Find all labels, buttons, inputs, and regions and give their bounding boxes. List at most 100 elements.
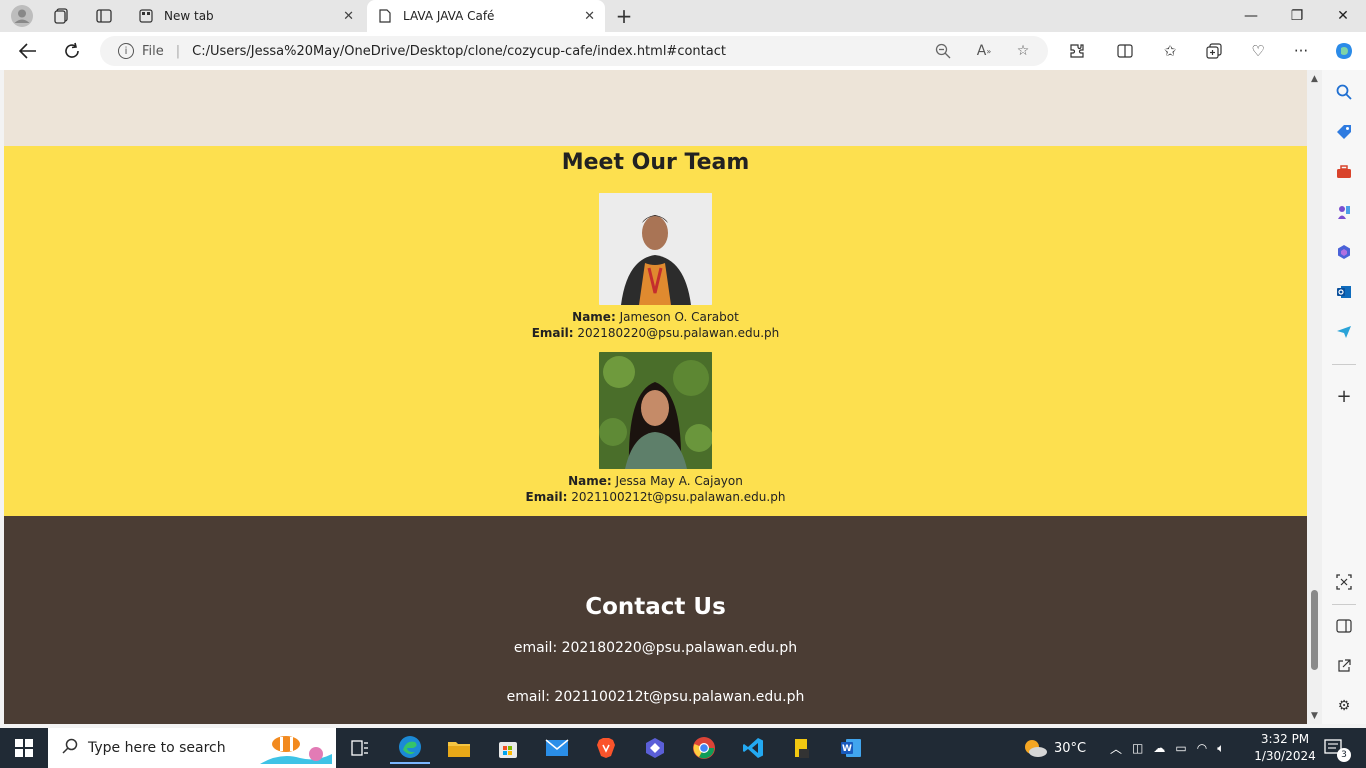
edge-taskbar-icon[interactable] (390, 732, 430, 764)
contact-email-line: email: 2021100212t@psu.palawan.edu.ph (506, 689, 805, 705)
member-photo (599, 352, 712, 469)
tab-actions-icon[interactable] (92, 4, 116, 28)
browser-toolbar: i File | C:/Users/Jessa%20May/OneDrive/D… (0, 32, 1366, 70)
weather-widget[interactable]: 30°C (1022, 728, 1086, 768)
chrome-icon[interactable] (684, 732, 724, 764)
vscode-icon[interactable] (733, 732, 773, 764)
open-external-icon[interactable] (1332, 654, 1356, 678)
system-clock[interactable]: 3:32 PM 1/30/2024 (1246, 731, 1324, 765)
workspaces-icon[interactable] (50, 4, 74, 28)
zoom-icon[interactable] (932, 40, 954, 62)
wifi-icon[interactable]: ◠ (1197, 741, 1207, 755)
email-label: Email: (525, 490, 568, 504)
powerbi-file-icon[interactable] (782, 732, 822, 764)
new-tab-page-icon (138, 8, 154, 24)
tab-lava-java-cafe[interactable]: LAVA JAVA Café ✕ (367, 0, 605, 32)
add-sidebar-app-icon[interactable]: + (1332, 384, 1356, 408)
scroll-down-icon[interactable]: ▼ (1309, 710, 1320, 721)
scroll-thumb[interactable] (1311, 590, 1318, 670)
file-explorer-icon[interactable] (439, 732, 479, 764)
favorite-star-icon[interactable]: ☆ (1012, 40, 1034, 62)
weather-sun-cloud-icon (1025, 740, 1047, 757)
member-name-line: Name: Jameson O. Carabot (4, 310, 1307, 324)
back-icon[interactable] (15, 39, 41, 63)
word-icon[interactable]: W (831, 732, 871, 764)
notification-center[interactable]: 3 (1324, 728, 1351, 768)
sidebar-divider (1332, 364, 1356, 365)
windows-start-icon[interactable] (0, 728, 48, 768)
name-label: Name: (572, 310, 616, 324)
close-tab-icon[interactable]: ✕ (584, 9, 595, 24)
brave-browser-icon[interactable] (586, 732, 626, 764)
contact-email-line: email: 202180220@psu.palawan.edu.ph (513, 640, 798, 656)
windows-taskbar: Type here to search W 30°C ︿ ◫ ☁ ▭ ◠ 🔈︎ … (0, 728, 1366, 768)
minimize-icon[interactable]: — (1228, 0, 1274, 32)
read-aloud-icon[interactable]: A» (973, 40, 995, 62)
games-icon[interactable] (1332, 200, 1356, 224)
taskbar-search[interactable]: Type here to search (48, 728, 336, 768)
profile-icon[interactable] (10, 4, 34, 28)
tab-new-tab[interactable]: New tab ✕ (128, 0, 364, 32)
clock-time: 3:32 PM (1260, 732, 1310, 746)
browser-tab-bar: New tab ✕ LAVA JAVA Café ✕ + — ❐ ✕ (0, 0, 1366, 32)
member-name-line: Name: Jessa May A. Cajayon (4, 474, 1307, 488)
member-email-line: Email: 2021100212t@psu.palawan.edu.ph (4, 490, 1307, 504)
volume-icon[interactable]: 🔈︎ (1217, 741, 1224, 756)
split-screen-icon[interactable] (1112, 39, 1138, 63)
battery-icon[interactable]: ▭ (1175, 741, 1186, 755)
extensions-icon[interactable] (1064, 39, 1090, 63)
onedrive-cloud-icon[interactable]: ☁ (1153, 741, 1165, 755)
restore-icon[interactable]: ❐ (1274, 0, 1320, 32)
new-tab-button[interactable]: + (612, 4, 636, 28)
sidebar-settings-gear-icon[interactable]: ⚙ (1332, 694, 1356, 718)
document-icon (377, 8, 393, 24)
address-bar[interactable]: i File | C:/Users/Jessa%20May/OneDrive/D… (100, 36, 1048, 66)
collections-icon[interactable] (1201, 39, 1227, 63)
search-icon (62, 738, 78, 758)
settings-more-icon[interactable]: ··· (1288, 39, 1314, 63)
previous-section (4, 70, 1307, 146)
scroll-up-icon[interactable]: ▲ (1309, 73, 1320, 84)
page-viewport: Meet Our Team Name: Jameson O. Carabot E… (4, 70, 1307, 724)
url-text[interactable]: C:/Users/Jessa%20May/OneDrive/Desktop/cl… (192, 44, 726, 59)
meet-now-icon[interactable]: ◫ (1132, 741, 1143, 755)
member-photo (599, 193, 712, 305)
task-view-icon[interactable] (340, 732, 380, 764)
microsoft-365-icon[interactable] (1332, 240, 1356, 264)
tools-briefcase-icon[interactable] (1332, 160, 1356, 184)
tab-label: New tab (164, 9, 214, 23)
contact-title: Contact Us (585, 594, 726, 620)
hide-sidebar-icon[interactable] (1332, 614, 1356, 638)
copilot-icon[interactable] (1331, 39, 1357, 63)
team-title: Meet Our Team (561, 150, 750, 175)
site-info-icon[interactable]: i (118, 43, 134, 59)
tray-icons: ︿ ◫ ☁ ▭ ◠ 🔈︎ (1110, 728, 1224, 768)
page-scrollbar[interactable]: ▲ ▼ (1307, 70, 1322, 724)
favorites-icon[interactable]: ✩ (1157, 39, 1183, 63)
member-name: Jameson O. Carabot (619, 310, 739, 324)
app-hexagon-icon[interactable] (635, 732, 675, 764)
address-divider: | (175, 43, 181, 59)
sidebar-divider (1332, 604, 1356, 605)
member-email: 2021100212t@psu.palawan.edu.ph (571, 490, 786, 504)
member-name: Jessa May A. Cajayon (615, 474, 743, 488)
search-placeholder: Type here to search (88, 740, 226, 756)
microsoft-store-icon[interactable] (488, 732, 528, 764)
screenshot-icon[interactable] (1332, 570, 1356, 594)
close-tab-icon[interactable]: ✕ (343, 9, 354, 24)
search-highlight-fish-icon (260, 732, 332, 764)
send-drop-icon[interactable] (1332, 320, 1356, 344)
show-hidden-icons-chevron-icon[interactable]: ︿ (1110, 740, 1122, 757)
browser-essentials-icon[interactable]: ♡ (1245, 39, 1271, 63)
search-icon[interactable] (1332, 80, 1356, 104)
edge-sidebar: + ⚙ (1322, 70, 1366, 724)
mail-icon[interactable] (537, 732, 577, 764)
weather-temp: 30°C (1054, 740, 1087, 756)
outlook-icon[interactable] (1332, 280, 1356, 304)
name-label: Name: (568, 474, 612, 488)
scheme-label: File (142, 43, 164, 59)
member-email-line: Email: 202180220@psu.palawan.edu.ph (4, 326, 1307, 340)
shopping-tag-icon[interactable] (1332, 120, 1356, 144)
close-window-icon[interactable]: ✕ (1320, 0, 1366, 32)
refresh-icon[interactable] (59, 39, 85, 63)
